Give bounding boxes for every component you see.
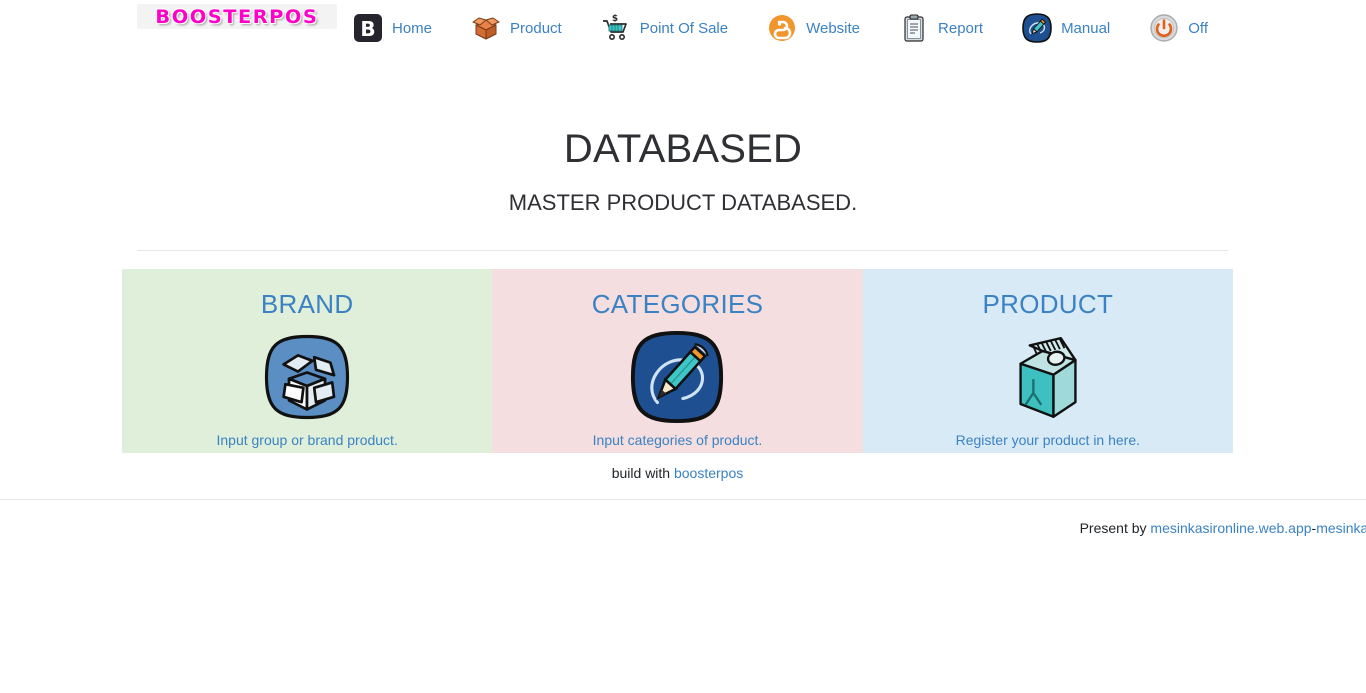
card-categories[interactable]: CATEGORIES Input categories of product. xyxy=(492,269,863,453)
card-product-desc: Register your product in here. xyxy=(955,432,1141,448)
footer-link-mesinkasironline[interactable]: mesinkasironline.web.app xyxy=(1150,520,1311,536)
card-group: BRAND Input group or brand product. CATE… xyxy=(122,269,1233,453)
page-subtitle: MASTER PRODUCT DATABASED. xyxy=(508,190,858,215)
milk-carton-icon xyxy=(873,329,1223,425)
card-categories-desc: Input categories of product. xyxy=(592,432,763,448)
page-footer: Present by mesinkasironline.web.app-mesi… xyxy=(0,499,1366,560)
shopping-cart-icon: $ xyxy=(600,12,632,44)
clipboard-icon xyxy=(898,12,930,44)
pencil-circle-icon xyxy=(502,329,852,425)
card-product-title: PRODUCT xyxy=(982,289,1114,319)
nav-item-manual[interactable]: Manual xyxy=(1021,12,1110,44)
open-box-icon xyxy=(470,12,502,44)
footer-link-mesinkasir[interactable]: mesinkasir.g xyxy=(1316,520,1366,536)
nav-item-product[interactable]: Product xyxy=(470,12,562,44)
open-box-blue-circle-icon xyxy=(132,329,482,425)
card-brand[interactable]: BRAND Input group or brand product. xyxy=(122,269,493,453)
nav-item-report[interactable]: Report xyxy=(898,12,983,44)
build-credit-prefix: build with xyxy=(611,465,671,481)
nav-label-manual: Manual xyxy=(1061,19,1111,37)
build-credit-link[interactable]: boosterpos xyxy=(674,465,743,481)
card-brand-title: BRAND xyxy=(260,289,354,319)
footer-credit: Present by mesinkasironline.web.app-mesi… xyxy=(1080,520,1366,536)
power-icon xyxy=(1148,12,1180,44)
nav-label-point-of-sale: Point Of Sale xyxy=(639,19,729,37)
top-navigation-bar: BOOSTERPOS B Home Product $ Point Of Sal… xyxy=(0,0,1366,56)
header-divider xyxy=(137,250,1228,251)
card-categories-title: CATEGORIES xyxy=(591,289,764,319)
nav-item-website[interactable]: Website xyxy=(766,12,860,44)
build-credit: build with boosterpos xyxy=(122,453,1233,481)
nav-item-point-of-sale[interactable]: $ Point Of Sale xyxy=(600,12,728,44)
nav-label-product: Product xyxy=(510,19,562,37)
footer-prefix: Present by xyxy=(1079,520,1147,536)
pencil-circle-icon xyxy=(1021,12,1053,44)
svg-text:B: B xyxy=(360,17,375,41)
nav-label-report: Report xyxy=(938,19,984,37)
nav-label-home: Home xyxy=(392,19,433,37)
card-brand-desc: Input group or brand product. xyxy=(216,432,398,448)
nav-item-off[interactable]: Off xyxy=(1148,12,1208,44)
b-square-icon: B xyxy=(352,12,384,44)
nav-label-off: Off xyxy=(1188,19,1208,37)
page-title: DATABASED xyxy=(563,127,803,171)
svg-text:$: $ xyxy=(612,14,618,24)
nav-label-website: Website xyxy=(806,19,861,37)
card-product[interactable]: PRODUCT Register your product in here. xyxy=(862,269,1233,453)
main-nav: B Home Product $ Point Of Sale Website R… xyxy=(352,12,1208,44)
nav-item-home[interactable]: B Home xyxy=(352,12,432,44)
brand-logo[interactable]: BOOSTERPOS xyxy=(137,4,337,29)
brand-logo-text: BOOSTERPOS xyxy=(155,5,319,28)
main-content: DATABASED MASTER PRODUCT DATABASED. BRAN… xyxy=(0,56,1366,481)
blogger-icon xyxy=(766,12,798,44)
